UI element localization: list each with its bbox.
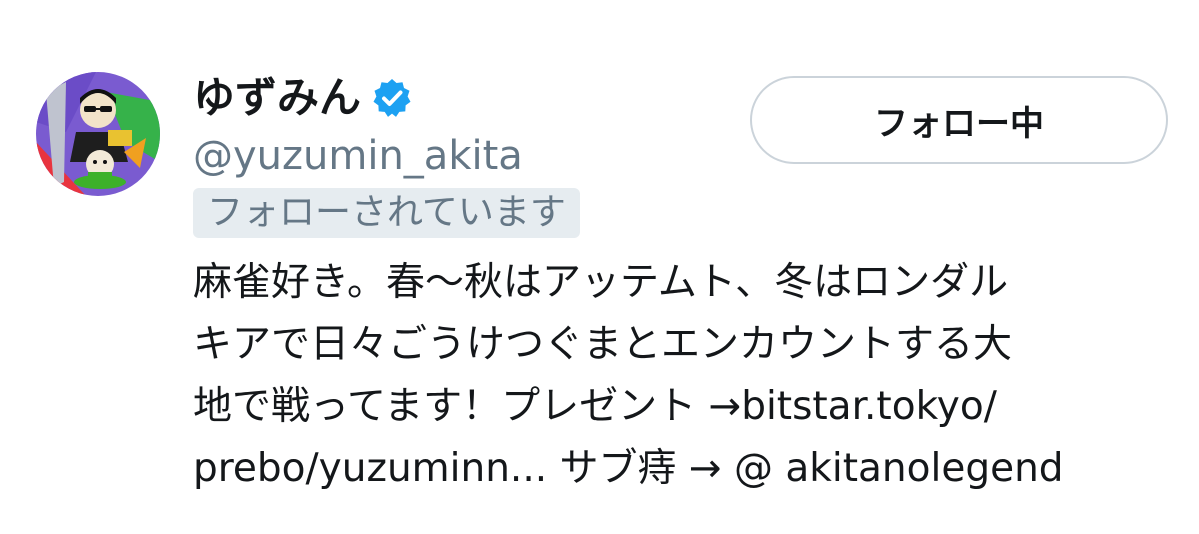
bio-line-4: prebo/yuzuminn... サブ痔 → @ akitanolegend — [193, 438, 1153, 500]
bio: 麻雀好き。春〜秋はアッテムト、冬はロンダル キアで日々ごうけつぐまとエンカウント… — [193, 252, 1153, 500]
bio-text: サブ痔 → — [547, 446, 734, 491]
name-row: ゆずみん — [193, 68, 413, 128]
profile-card: ゆずみん @yuzumin_akita フォローされています フォロー中 麻雀好… — [0, 0, 1199, 534]
display-name[interactable]: ゆずみん — [193, 77, 361, 119]
mention-link[interactable]: @ akitanolegend — [734, 446, 1064, 491]
bio-text: 地で戦ってます！プレゼント → — [193, 384, 742, 429]
avatar-image — [36, 72, 160, 196]
avatar[interactable] — [36, 72, 160, 196]
bio-line-2: キアで日々ごうけつぐまとエンカウントする大 — [193, 322, 1013, 367]
handle[interactable]: @yuzumin_akita — [193, 132, 523, 180]
bio-line-1: 麻雀好き。春〜秋はアッテムト、冬はロンダル — [193, 260, 1009, 305]
verified-badge-icon — [371, 77, 413, 119]
follows-you-badge: フォローされています — [193, 188, 580, 238]
bio-line-3: 地で戦ってます！プレゼント →bitstar.tokyo/ — [193, 376, 1153, 438]
bio-link[interactable]: bitstar.tokyo/ — [741, 384, 997, 429]
following-button[interactable]: フォロー中 — [750, 76, 1168, 164]
bio-link-continued[interactable]: prebo/yuzuminn... — [193, 446, 547, 491]
